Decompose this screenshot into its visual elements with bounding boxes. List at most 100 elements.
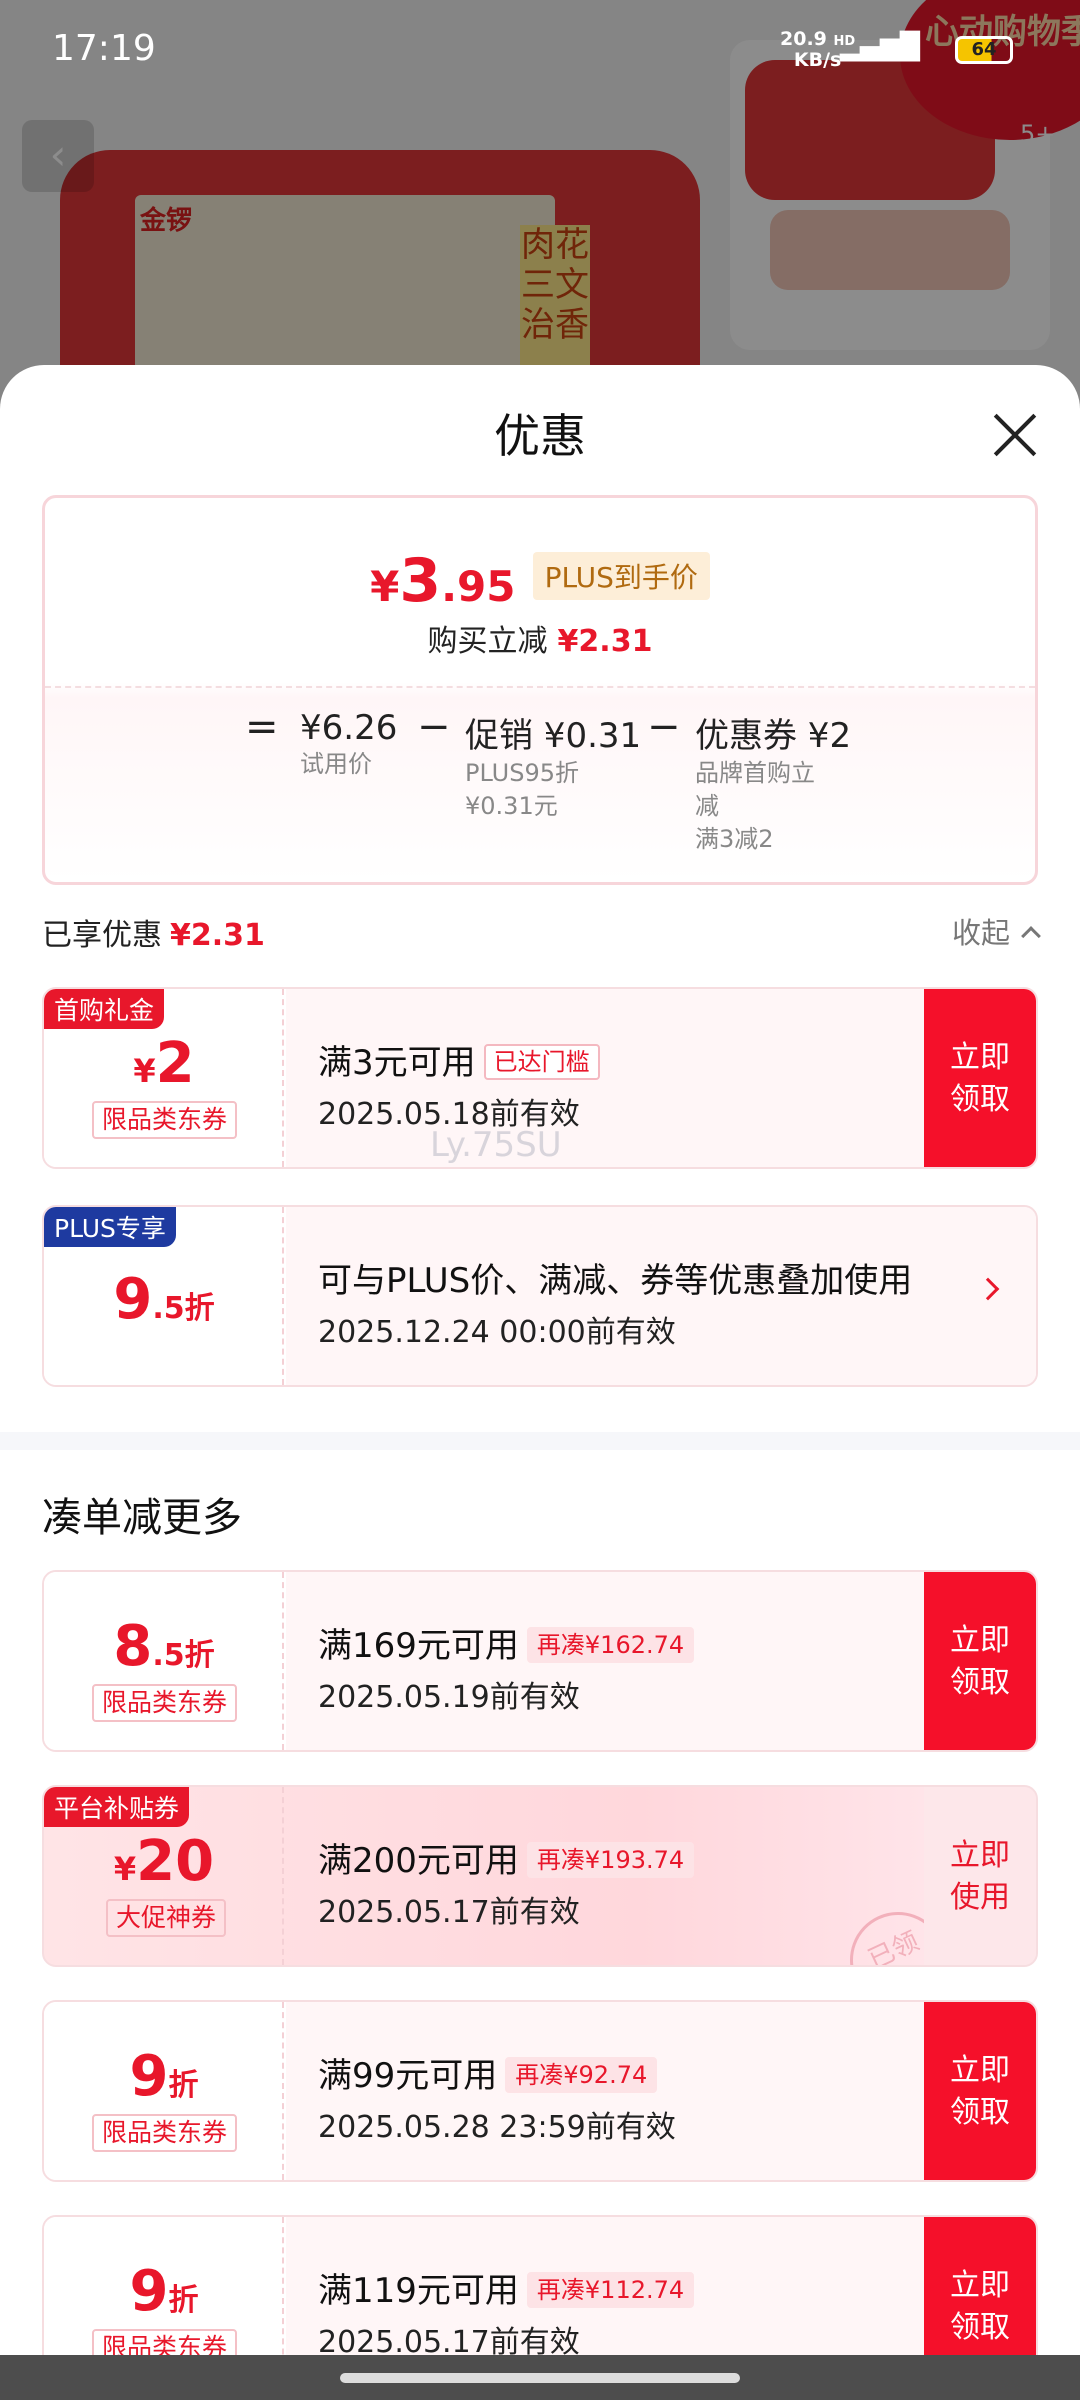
coupon-unit: .5折 xyxy=(152,1291,215,1326)
button-line: 立即 xyxy=(950,2268,1010,2303)
use-button[interactable]: 立即 使用 xyxy=(924,1787,1036,1965)
coupon-plus-exclusive[interactable]: PLUS专享 9.5折 可与PLUS价、满减、券等优惠叠加使用 2025.12.… xyxy=(42,1205,1038,1387)
button-line: 立即 xyxy=(950,1838,1010,1873)
formula-desc: 减 xyxy=(695,792,719,820)
net-speed-unit: KB/s xyxy=(793,49,842,71)
status-bar: 17:19 20.9 HD KB/s ▂▄▆█ ◠ 64 xyxy=(0,0,1080,100)
final-price: ¥3.95 xyxy=(370,546,515,616)
coupon-expiry: 2025.05.28 23:59前有效 xyxy=(318,2110,676,2145)
coupon-currency: ¥ xyxy=(113,1850,137,1888)
threshold-tag: 已达门槛 xyxy=(483,1044,600,1080)
section-separator xyxy=(0,1432,1080,1450)
price-currency: ¥ xyxy=(370,562,400,611)
instant-discount-label: 购买立减 xyxy=(427,624,548,659)
coupon-condition-text: 满3元可用 xyxy=(318,1043,476,1083)
coupon-corner-tag: 平台补贴券 xyxy=(44,1787,190,1827)
add-more-tag: 再凑¥112.74 xyxy=(526,2272,695,2308)
button-line: 立即 xyxy=(950,1623,1010,1658)
coupon-condition: 满119元可用 再凑¥112.74 xyxy=(318,2263,695,2312)
coupon-amount: 9 xyxy=(129,2044,169,2109)
coupon-expiry: 2025.05.17前有效 xyxy=(318,1895,580,1930)
coupon-value: ¥20 xyxy=(44,1829,284,1894)
home-gesture-pill[interactable] xyxy=(340,2373,740,2383)
claim-button[interactable]: 立即 领取 xyxy=(924,2002,1036,2180)
formula-desc: 品牌首购立 xyxy=(695,759,815,787)
claim-button[interactable]: 立即 领取 xyxy=(924,1572,1036,1750)
collapse-toggle[interactable]: 收起 xyxy=(951,910,1041,952)
formula-value: 促销 ¥0.31 xyxy=(465,716,642,756)
wifi-icon: ◠ xyxy=(892,28,922,68)
button-line: 立即 xyxy=(950,2053,1010,2088)
coupon-discount-85: 8.5折 限品类东券 满169元可用 再凑¥162.74 2025.05.19前有… xyxy=(42,1570,1038,1752)
formula-value: 优惠券 ¥2 xyxy=(695,716,852,756)
minus-sign: − xyxy=(647,704,681,750)
coupon-unit: 折 xyxy=(168,2283,199,2318)
coupon-unit: .5折 xyxy=(152,1638,215,1673)
add-more-tag: 再凑¥193.74 xyxy=(526,1842,695,1878)
coupon-type: 限品类东券 xyxy=(92,1684,238,1722)
coupon-value: ¥2 xyxy=(44,1031,284,1096)
watermark: Ly.75SU xyxy=(430,1125,562,1165)
coupon-corner-tag: PLUS专享 xyxy=(44,1207,176,1247)
claim-button[interactable]: 立即 领取 xyxy=(924,989,1036,1167)
instant-discount: 购买立减 ¥2.31 xyxy=(45,616,1035,660)
instant-discount-value: ¥2.31 xyxy=(557,624,653,659)
coupon-currency: ¥ xyxy=(133,1052,156,1090)
button-line: 领取 xyxy=(950,1665,1010,1700)
final-price-row: ¥3.95 PLUS到手价 xyxy=(45,546,1035,616)
coupon-corner-tag: 首购礼金 xyxy=(44,989,165,1029)
coupon-amount: 20 xyxy=(136,1829,215,1894)
formula-item-promotion: 促销 ¥0.31 PLUS95折 ¥0.31元 xyxy=(465,708,641,823)
coupon-condition-text: 满99元可用 xyxy=(318,2056,498,2096)
formula-desc: PLUS95折 xyxy=(465,759,579,787)
equals-sign: = xyxy=(245,704,279,750)
plus-price-tag: PLUS到手价 xyxy=(532,552,710,600)
enjoyed-discount: 已享优惠 ¥2.31 xyxy=(42,910,265,954)
coupon-condition-text: 满169元可用 xyxy=(318,1626,519,1666)
coupon-amount: 9 xyxy=(113,1267,153,1332)
coupon-condition-text: 满200元可用 xyxy=(318,1841,519,1881)
chevron-up-icon xyxy=(1021,926,1041,946)
button-line: 领取 xyxy=(950,2095,1010,2130)
coupon-amount: 8 xyxy=(113,1614,153,1679)
section-title: 凑单减更多 xyxy=(42,1495,242,1541)
formula-item-trial-price: ¥6.26 试用价 xyxy=(300,708,397,781)
battery-icon: 64 xyxy=(955,36,1013,64)
coupon-value: 8.5折 xyxy=(44,1614,284,1679)
coupon-amount: 9 xyxy=(129,2259,169,2324)
coupon-condition: 满169元可用 再凑¥162.74 xyxy=(318,1618,695,1667)
discount-sheet: 优惠 ¥3.95 PLUS到手价 购买立减 ¥2.31 = ¥6.26 试用价 −… xyxy=(0,365,1080,2400)
formula-desc: 试用价 xyxy=(300,750,372,778)
formula-item-coupon: 优惠券 ¥2 品牌首购立 减 满3减2 xyxy=(695,708,851,856)
coupon-discount-90-a: 9折 限品类东券 满99元可用 再凑¥92.74 2025.05.28 23:59… xyxy=(42,2000,1038,2182)
formula-desc: ¥0.31元 xyxy=(465,792,558,820)
price-decimal: .95 xyxy=(441,562,516,611)
coupon-unit: 折 xyxy=(168,2068,199,2103)
enjoyed-value: ¥2.31 xyxy=(170,918,265,953)
net-speed-value: 20.9 xyxy=(780,28,827,50)
formula-desc: 满3减2 xyxy=(695,825,774,853)
coupon-value: 9.5折 xyxy=(44,1267,284,1332)
button-line: 使用 xyxy=(950,1880,1010,1915)
close-icon[interactable] xyxy=(985,405,1045,465)
status-time: 17:19 xyxy=(52,28,156,69)
coupon-amount: 2 xyxy=(155,1031,195,1096)
coupon-condition: 满3元可用 已达门槛 xyxy=(318,1035,600,1084)
coupon-condition-text: 满119元可用 xyxy=(318,2271,519,2311)
divider xyxy=(45,686,1035,688)
coupon-value: 9折 xyxy=(44,2259,284,2324)
coupon-type: 限品类东券 xyxy=(92,1101,238,1139)
coupon-expiry: 2025.05.19前有效 xyxy=(318,1680,580,1715)
coupon-platform-subsidy: 平台补贴券 ¥20 大促神券 满200元可用 再凑¥193.74 2025.05.… xyxy=(42,1785,1038,1967)
coupon-condition-text: 可与PLUS价、满减、券等优惠叠加使用 xyxy=(318,1261,913,1301)
button-line: 立即 xyxy=(950,1040,1010,1075)
enjoyed-discount-row: 已享优惠 ¥2.31 收起 xyxy=(42,910,1041,960)
minus-sign: − xyxy=(417,704,451,750)
add-more-tag: 再凑¥92.74 xyxy=(505,2057,658,2093)
button-line: 领取 xyxy=(950,1082,1010,1117)
enjoyed-label: 已享优惠 xyxy=(42,918,162,953)
add-more-tag: 再凑¥162.74 xyxy=(526,1627,695,1663)
coupon-condition: 满200元可用 再凑¥193.74 xyxy=(318,1833,695,1882)
collapse-label: 收起 xyxy=(951,916,1010,950)
coupon-condition: 可与PLUS价、满减、券等优惠叠加使用 xyxy=(318,1253,912,1302)
